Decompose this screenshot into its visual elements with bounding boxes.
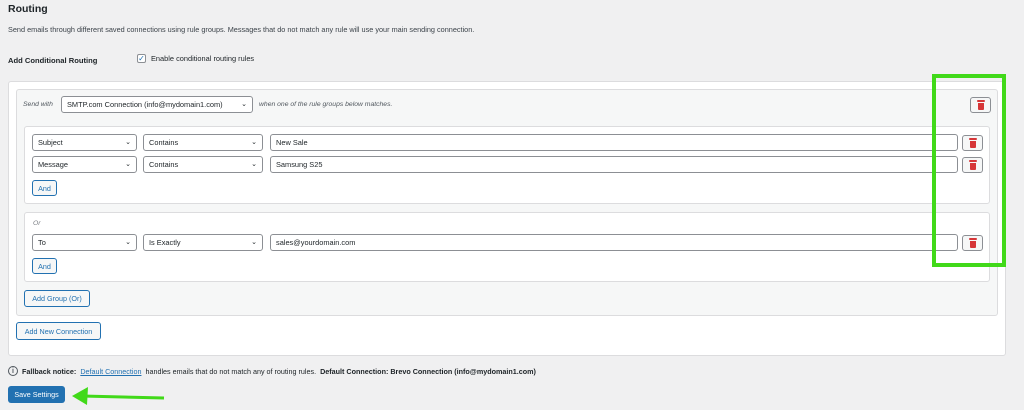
connection-select[interactable]: SMTP.com Connection (info@mydomain1.com)… — [61, 96, 253, 113]
chevron-down-icon: ⌄ — [251, 139, 257, 146]
highlight-box — [932, 74, 1006, 267]
save-settings-button[interactable]: Save Settings — [8, 386, 65, 403]
rule-value-input[interactable]: sales@yourdomain.com — [270, 234, 958, 251]
rule-value-text: Samsung S25 — [276, 160, 323, 169]
rule-operator-value: Contains — [149, 160, 179, 169]
rule-value-text: New Sale — [276, 138, 308, 147]
add-connection-button[interactable]: Add New Connection — [16, 322, 101, 340]
rule-field-select[interactable]: Message ⌄ — [32, 156, 137, 173]
chevron-down-icon: ⌄ — [251, 161, 257, 168]
chevron-down-icon: ⌄ — [125, 139, 131, 146]
checkmark-icon: ✓ — [138, 53, 145, 63]
chevron-down-icon: ⌄ — [251, 239, 257, 246]
connection-select-value: SMTP.com Connection (info@mydomain1.com) — [67, 100, 223, 109]
fallback-label: Fallback notice: — [22, 366, 77, 376]
conditional-routing-label: Add Conditional Routing — [8, 56, 98, 65]
enable-routing-label: Enable conditional routing rules — [151, 54, 255, 63]
arrow-icon — [72, 387, 165, 405]
chevron-down-icon: ⌄ — [125, 161, 131, 168]
rule-operator-select[interactable]: Contains ⌄ — [143, 156, 263, 173]
rule-operator-value: Is Exactly — [149, 238, 181, 247]
scrollbar[interactable] — [1016, 0, 1024, 410]
when-matches-text: when one of the rule groups below matche… — [259, 101, 393, 108]
page-title: Routing — [8, 3, 48, 15]
info-icon: i — [8, 366, 18, 376]
rule-field-select[interactable]: Subject ⌄ — [32, 134, 137, 151]
rule-field-value: Subject — [38, 138, 63, 147]
page-description: Send emails through different saved conn… — [8, 25, 475, 34]
rule-field-value: To — [38, 238, 46, 247]
rule-operator-value: Contains — [149, 138, 179, 147]
rule-operator-select[interactable]: Contains ⌄ — [143, 134, 263, 151]
default-connection-link[interactable]: Default Connection — [80, 367, 141, 376]
rule-field-select[interactable]: To ⌄ — [32, 234, 137, 251]
add-group-button[interactable]: Add Group (Or) — [24, 290, 90, 307]
rule-operator-select[interactable]: Is Exactly ⌄ — [143, 234, 263, 251]
fallback-text: handles emails that do not match any of … — [145, 366, 317, 376]
rule-value-input[interactable]: New Sale — [270, 134, 958, 151]
rule-value-text: sales@yourdomain.com — [276, 238, 356, 247]
chevron-down-icon: ⌄ — [125, 239, 131, 246]
enable-routing-checkbox[interactable]: ✓ — [137, 54, 146, 63]
rule-value-input[interactable]: Samsung S25 — [270, 156, 958, 173]
or-label: Or — [33, 220, 41, 227]
default-connection-info: Default Connection: Brevo Connection (in… — [320, 366, 536, 376]
chevron-down-icon: ⌄ — [241, 101, 247, 108]
rule-field-value: Message — [38, 160, 68, 169]
and-button[interactable]: And — [32, 180, 57, 196]
enable-routing-toggle[interactable]: ✓ Enable conditional routing rules — [137, 54, 254, 63]
and-button[interactable]: And — [32, 258, 57, 274]
fallback-notice: i Fallback notice: Default Connection ha… — [8, 366, 536, 376]
send-with-label: Send with — [23, 101, 53, 108]
